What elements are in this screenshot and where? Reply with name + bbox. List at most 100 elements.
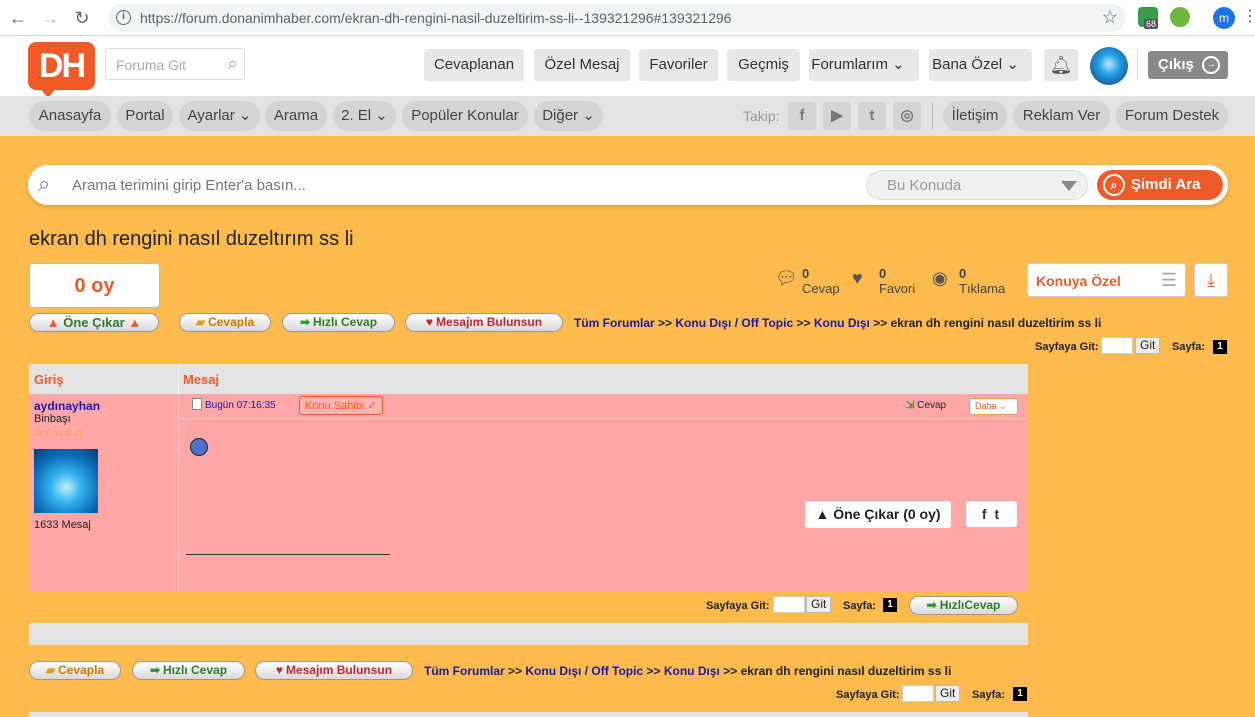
nav-history-button[interactable]: Geçmiş [727,49,800,81]
address-bar[interactable]: i https://forum.donanimhaber.com/ekran-d… [108,4,1126,32]
author-message-count: 1633 Mesaj [34,519,91,531]
instagram-icon[interactable]: ◎ [893,102,921,130]
post-column-divider [178,394,179,592]
page-goto-input[interactable] [773,596,805,613]
promote-button[interactable]: ▲ Öne Çıkar ▲ [29,313,159,332]
youtube-icon[interactable]: ▶ [823,102,851,130]
post-reply-link[interactable]: ⇲ Cevap [906,400,946,411]
smiley-icon [190,438,208,456]
nav-for-me-button[interactable]: Bana Özel ⌄ [929,49,1032,81]
find-my-message-button-bottom[interactable]: ♥ Mesajım Bulunsun [255,661,413,680]
breadcrumb-current: ekran dh rengini nasıl duzeltirim ss li [740,664,952,678]
quick-reply-bottom-button[interactable]: ➡ HızlıCevap [909,596,1018,615]
search-input[interactable]: Arama terimini girip Enter'a basın... [72,177,306,194]
subnav-search[interactable]: Arama [265,101,327,131]
post-timestamp[interactable]: Bugün 07:16:35 [192,398,276,411]
post-more-dropdown[interactable]: Daha ⌄ [969,398,1018,415]
extension-globe-icon[interactable] [1170,7,1190,27]
page-goto-label: Sayfaya Git: [836,689,900,701]
post-author[interactable]: aydınayhan [34,399,100,413]
bookmark-star-icon[interactable]: ☆ [1102,7,1118,28]
find-my-message-label: Mesajım Bulunsun [436,315,543,329]
folder-icon: ▰ [45,663,56,677]
dh-logo[interactable]: DH [28,42,95,98]
breadcrumb: Tüm Forumlar >> Konu Dışı / Off Topic >>… [574,316,1101,330]
notification-bell-icon[interactable]: 🔔︎ [1044,49,1078,81]
subnav-contact[interactable]: İletişim [943,101,1007,131]
page-goto-input[interactable] [1101,337,1133,354]
post-table-header: Giriş Mesaj [29,364,1028,394]
page-goto-input[interactable] [902,685,934,702]
reply-button[interactable]: ▰ Cevapla [179,313,271,332]
download-icon[interactable]: ⤓ [1194,263,1228,297]
subnav-other[interactable]: Diğer ⌄ [534,101,603,131]
quick-reply-label: Hızlı Cevap [313,315,378,329]
logout-icon: → [1202,56,1220,74]
arrow-up-icon: ▲ [815,506,830,522]
heart-icon: ♥ [425,315,434,329]
nav-my-forums-button[interactable]: Forumlarım ⌄ [809,49,919,81]
page-number[interactable]: 1 [883,598,897,612]
subnav-forum-support[interactable]: Forum Destek [1116,101,1228,131]
facebook-share-icon[interactable]: f [982,506,995,522]
quick-reply-button[interactable]: ➡ Hızlı Cevap [282,313,395,332]
search-icon: ⌕ [38,171,51,196]
search-scope-select[interactable]: Bu Konuda [866,170,1088,200]
arrow-right-icon: ➡ [299,315,311,329]
author-rank: Binbaşı [34,413,71,425]
chevron-down-icon: ⌄ [238,107,252,124]
stat-replies-label: Cevap [802,281,840,296]
author-avatar[interactable] [34,449,98,513]
page-label: Sayfa: [972,689,1006,701]
forum-goto-input[interactable]: Foruma Git ⌕ [105,48,245,80]
breadcrumb-off-topic[interactable]: Konu Dışı / Off Topic [525,664,643,678]
subnav-settings[interactable]: Ayarlar ⌄ [179,101,260,131]
breadcrumb-all-forums[interactable]: Tüm Forumlar [424,664,505,678]
page-number[interactable]: 1 [1213,340,1227,354]
user-avatar[interactable] [1090,47,1128,85]
subnav-portal[interactable]: Portal [117,101,173,131]
facebook-icon[interactable]: f [788,102,816,130]
breadcrumb-konu-disi[interactable]: Konu Dışı [664,664,720,678]
subnav-second-hand[interactable]: 2. El ⌄ [333,101,396,131]
nav-favorites-button[interactable]: Favoriler [639,49,718,81]
page-number[interactable]: 1 [1013,687,1027,701]
post-promote-button[interactable]: ▲ Öne Çıkar (0 oy) [805,501,951,528]
browser-menu-icon[interactable]: ⋮ [1242,6,1255,26]
reply-button-bottom[interactable]: ▰ Cevapla [29,661,121,680]
info-icon[interactable]: i [116,10,131,25]
nav-private-message-button[interactable]: Özel Mesaj [534,49,630,81]
post-reply-label: Cevap [917,400,947,411]
breadcrumb-off-topic[interactable]: Konu Dışı / Off Topic [675,316,793,330]
subnav-advertise[interactable]: Reklam Ver [1013,101,1110,131]
subnav-popular[interactable]: Popüler Konular [402,101,528,131]
twitter-share-icon[interactable]: t [995,506,1008,522]
share-buttons: ft [966,501,1017,527]
subnav-home[interactable]: Anasayfa [29,101,111,131]
logout-button[interactable]: Çıkış → [1148,51,1228,79]
column-divider [178,364,179,394]
vote-count-box[interactable]: 0 oy [29,263,160,308]
search-icon[interactable]: ⌕ [228,53,238,74]
nav-answered-button[interactable]: Cevaplanan [424,49,524,81]
find-my-message-button[interactable]: ♥ Mesajım Bulunsun [405,313,563,332]
page-goto-button[interactable]: Git [935,685,961,702]
quick-reply-button-bottom[interactable]: ➡ Hızlı Cevap [132,661,245,680]
topic-special-menu[interactable]: Konuya Özel ☰ [1027,263,1186,297]
twitter-icon[interactable]: t [858,102,886,130]
reload-icon[interactable]: ↻ [70,6,94,30]
reply-icon: ⇲ [906,400,915,411]
arrow-up-icon: ▲ [128,315,142,330]
profile-avatar[interactable]: m [1213,7,1235,29]
forward-icon[interactable]: → [38,6,62,30]
subnav-other-label: Diğer [542,107,579,124]
breadcrumb-all-forums[interactable]: Tüm Forumlar [574,316,655,330]
page-goto-button[interactable]: Git [1135,337,1161,354]
checkmark-icon: ✓ [367,400,377,412]
breadcrumb-konu-disi[interactable]: Konu Dışı [814,316,870,330]
sub-navigation: Anasayfa Portal Ayarlar ⌄ Arama 2. El ⌄ … [0,96,1255,136]
back-icon[interactable]: ← [6,6,30,30]
search-now-button[interactable]: ⌕ Şimdi Ara [1097,170,1223,200]
logout-label: Çıkış [1158,56,1194,73]
page-goto-button[interactable]: Git [806,596,832,613]
